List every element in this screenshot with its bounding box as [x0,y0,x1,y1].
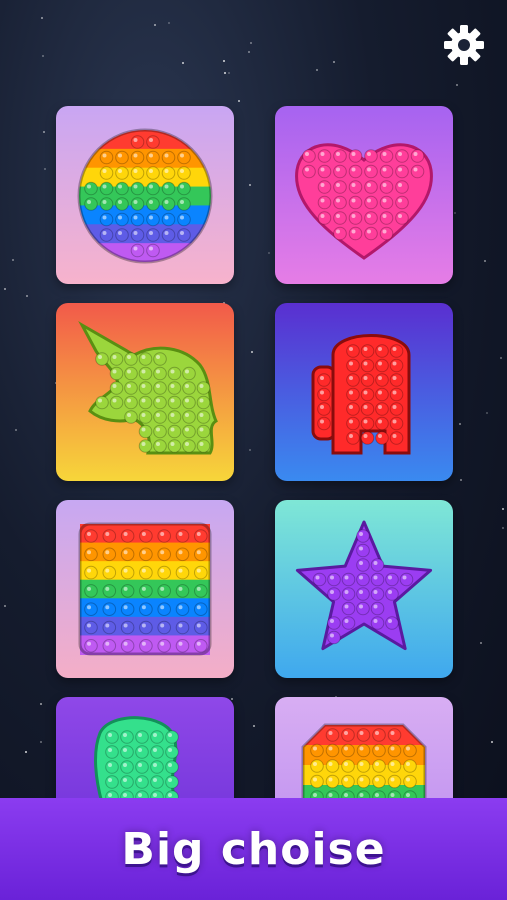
bottom-banner: Big choise [0,798,507,900]
tile-heart[interactable] [275,106,453,284]
tile-unicorn[interactable] [56,303,234,481]
tile-square[interactable] [56,500,234,678]
gear-icon[interactable] [441,22,487,68]
banner-title: Big choise [121,823,386,875]
tile-circle[interactable] [56,106,234,284]
tile-star[interactable] [275,500,453,678]
tile-crewmate[interactable] [275,303,453,481]
